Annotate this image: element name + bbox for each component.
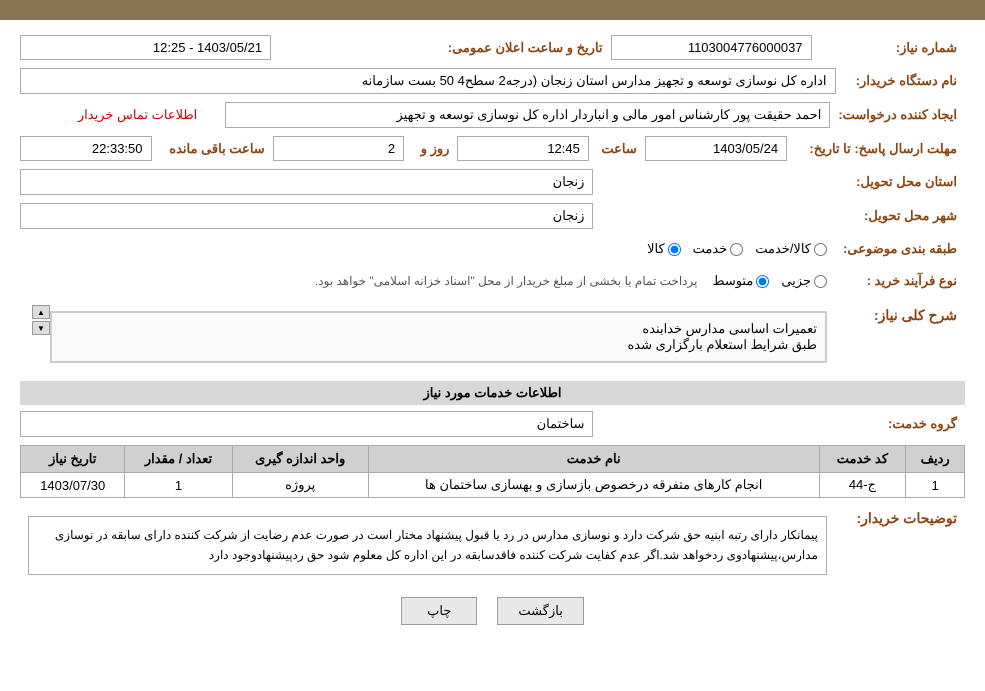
province-value: زنجان: [21, 170, 593, 195]
creator-value: احمد حقیقت پور کارشناس امور مالی و انبار…: [225, 103, 830, 128]
col-unit: واحد اندازه گیری: [232, 446, 368, 473]
process-radio-group: جزیی متوسط: [712, 273, 827, 289]
notes-table: توضیحات خریدار: پیمانکار دارای رتبه ابنی…: [20, 506, 965, 585]
content-area: شماره نیاز: 1103004776000037 تاریخ و ساع…: [0, 20, 985, 640]
buyer-value: اداره کل نوسازی توسعه و تجهیز مدارس استا…: [21, 69, 836, 94]
radio-khedmat-input[interactable]: [730, 243, 743, 256]
col-date: تاریخ نیاز: [21, 446, 125, 473]
services-table: ردیف کد خدمت نام خدمت واحد اندازه گیری ت…: [20, 445, 965, 498]
deadline-time-label: ساعت: [588, 137, 645, 161]
back-button[interactable]: بازگشت: [497, 597, 583, 625]
province-table: استان محل تحویل: زنجان: [20, 169, 965, 195]
radio-jazie-input[interactable]: [814, 275, 827, 288]
process-options-cell: جزیی متوسط پرداخت تمام یا بخشی از مبلغ خ…: [20, 269, 835, 293]
buttons-row: بازگشت چاپ: [20, 597, 965, 625]
province-label: استان محل تحویل:: [593, 170, 965, 195]
process-note: پرداخت تمام یا بخشی از مبلغ خریدار از مح…: [315, 274, 698, 288]
id-value: 1103004776000037: [611, 36, 811, 60]
radio-khedmat[interactable]: خدمت: [693, 241, 744, 257]
radio-kala-khedmat-input[interactable]: [814, 243, 827, 256]
deadline-days: 2: [273, 137, 403, 161]
process-table: نوع فرآیند خرید : جزیی متوسط: [20, 269, 965, 293]
page-container: شماره نیاز: 1103004776000037 تاریخ و ساع…: [0, 0, 985, 691]
radio-kala-khedmat-label: کالا/خدمت: [755, 241, 811, 257]
scroll-up-btn[interactable]: ▲: [32, 305, 50, 319]
description-box: تعمیرات اساسی مدارس خدابنده طبق شرایط اس…: [50, 311, 827, 363]
description-line2: طبق شرایط استعلام بارگزاری شده: [60, 337, 817, 353]
process-label: نوع فرآیند خرید :: [835, 269, 965, 293]
description-container: تعمیرات اساسی مدارس خدابنده طبق شرایط اس…: [20, 301, 835, 373]
cell-name: انجام کارهای متفرقه درخصوص بازسازی و بهس…: [368, 473, 819, 498]
deadline-time: 12:45: [458, 137, 588, 161]
radio-kala[interactable]: کالا: [647, 241, 681, 257]
radio-mottavasset[interactable]: متوسط: [712, 273, 769, 289]
radio-jazie[interactable]: جزیی: [781, 273, 827, 289]
col-code: کد خدمت: [819, 446, 906, 473]
top-info-table: شماره نیاز: 1103004776000037 تاریخ و ساع…: [20, 35, 965, 60]
category-options: کالا/خدمت خدمت کالا: [20, 237, 835, 261]
cell-code: ج-44: [819, 473, 906, 498]
cell-date: 1403/07/30: [21, 473, 125, 498]
notes-value-cell: پیمانکار دارای رتبه ابنیه حق شرکت دارد و…: [20, 506, 835, 585]
col-row-num: ردیف: [906, 446, 965, 473]
notes-value: پیمانکار دارای رتبه ابنیه حق شرکت دارد و…: [28, 516, 827, 575]
description-with-scroll: تعمیرات اساسی مدارس خدابنده طبق شرایط اس…: [28, 305, 827, 369]
cell-row-num: 1: [906, 473, 965, 498]
deadline-day-label: روز و: [404, 137, 458, 161]
city-table: شهر محل تحویل: زنجان: [20, 203, 965, 229]
deadline-date: 1403/05/24: [645, 137, 786, 161]
radio-jazie-label: جزیی: [781, 273, 811, 289]
service-group-table: گروه خدمت: ساختمان: [20, 411, 965, 437]
deadline-remaining-label: ساعت باقی مانده: [151, 137, 273, 161]
print-button[interactable]: چاپ: [401, 597, 477, 625]
table-row: 1 ج-44 انجام کارهای متفرقه درخصوص بازساز…: [21, 473, 965, 498]
scroll-down-btn[interactable]: ▼: [32, 321, 50, 335]
radio-khedmat-label: خدمت: [693, 241, 728, 257]
radio-kala-khedmat[interactable]: کالا/خدمت: [755, 241, 827, 257]
process-row: جزیی متوسط پرداخت تمام یا بخشی از مبلغ خ…: [28, 273, 827, 289]
radio-kala-label: کالا: [647, 241, 665, 257]
deadline-label: مهلت ارسال پاسخ: تا تاریخ:: [787, 137, 965, 161]
radio-kala-input[interactable]: [668, 243, 681, 256]
category-radio-group: کالا/خدمت خدمت کالا: [28, 241, 827, 257]
col-name: نام خدمت: [368, 446, 819, 473]
id-label: شماره نیاز:: [811, 36, 965, 60]
announcement-date-label: تاریخ و ساعت اعلان عمومی:: [271, 36, 611, 60]
page-header: [0, 0, 985, 20]
description-line1: تعمیرات اساسی مدارس خدابنده: [60, 321, 817, 337]
deadline-remaining: 22:33:50: [21, 137, 152, 161]
deadline-table: مهلت ارسال پاسخ: تا تاریخ: 1403/05/24 سا…: [20, 136, 965, 161]
city-label: شهر محل تحویل:: [593, 204, 965, 229]
city-value: زنجان: [21, 204, 593, 229]
service-group-label: گروه خدمت:: [593, 412, 965, 437]
service-group-value: ساختمان: [21, 412, 593, 437]
category-label: طبقه بندی موضوعی:: [835, 237, 965, 261]
creator-table: ایجاد کننده درخواست: احمد حقیقت پور کارش…: [20, 102, 965, 128]
col-quantity: تعداد / مقدار: [125, 446, 232, 473]
creator-label: ایجاد کننده درخواست:: [830, 103, 965, 128]
category-table: طبقه بندی موضوعی: کالا/خدمت خدمت: [20, 237, 965, 261]
cell-quantity: 1: [125, 473, 232, 498]
radio-mottavasset-label: متوسط: [712, 273, 753, 289]
description-section-table: شرح کلی نیاز: تعمیرات اساسی مدارس خدابند…: [20, 301, 965, 373]
buyer-label: نام دستگاه خریدار:: [835, 69, 965, 94]
scroll-arrows: ▲ ▼: [32, 305, 50, 335]
notes-label: توضیحات خریدار:: [835, 506, 965, 585]
services-section-header: اطلاعات خدمات مورد نیاز: [20, 381, 965, 405]
announcement-label: شرح کلی نیاز:: [835, 301, 965, 373]
radio-mottavasset-input[interactable]: [756, 275, 769, 288]
buyer-table: نام دستگاه خریدار: اداره کل نوسازی توسعه…: [20, 68, 965, 94]
announcement-date-value: 1403/05/21 - 12:25: [21, 36, 271, 60]
contact-link[interactable]: اطلاعات تماس خریدار: [78, 107, 197, 122]
cell-unit: پروژه: [232, 473, 368, 498]
